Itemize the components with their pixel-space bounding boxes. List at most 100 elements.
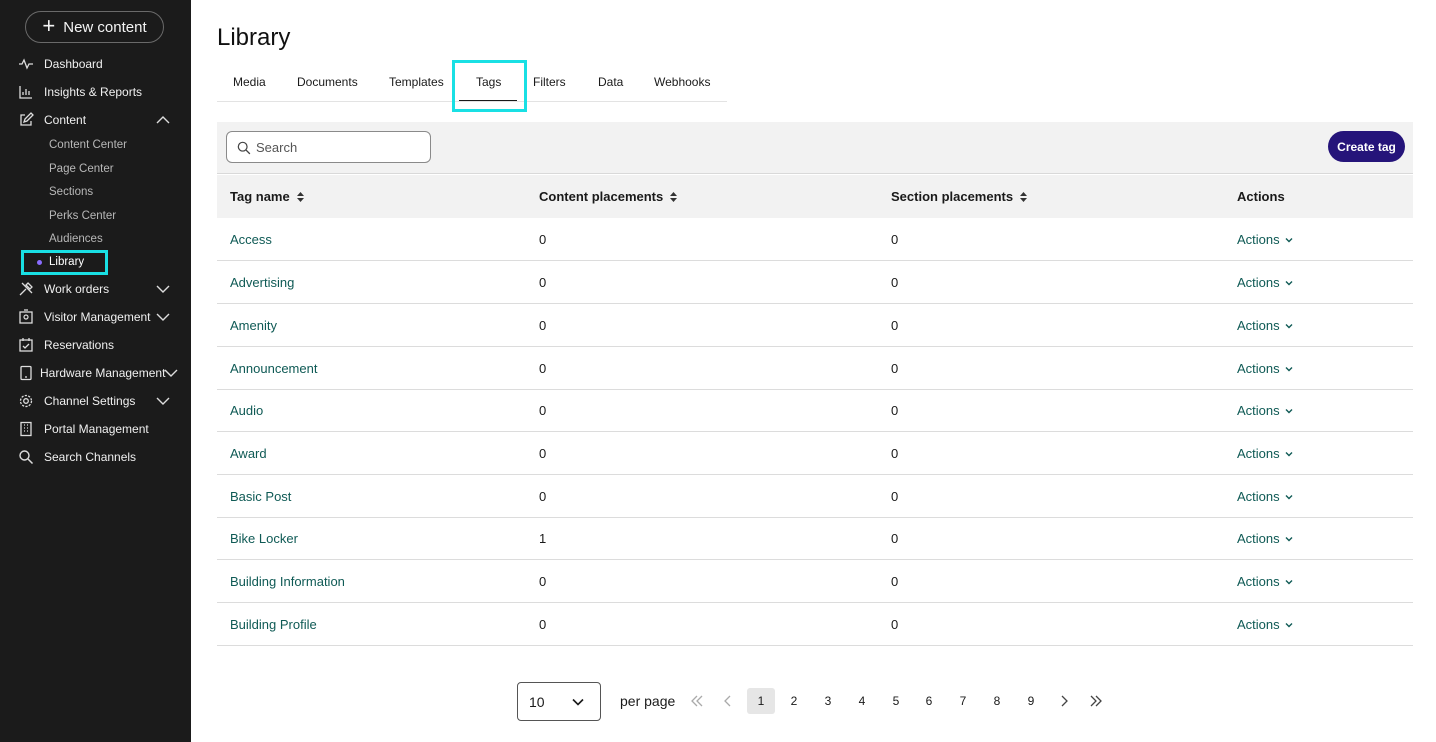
page-button-4[interactable]: 4	[849, 688, 875, 714]
sidebar-subitem-page-center[interactable]: Page Center	[49, 163, 114, 175]
table-row: Access 0 0 Actions	[217, 218, 1413, 261]
column-header-label: Content placements	[539, 189, 664, 204]
tools-icon	[19, 282, 33, 296]
tag-name-link[interactable]: Basic Post	[230, 489, 291, 504]
tag-name-link[interactable]: Announcement	[230, 361, 317, 376]
sidebar-item-visitor-management[interactable]: Visitor Management	[0, 306, 191, 328]
first-page-button[interactable]	[684, 688, 710, 714]
chevron-down-icon	[1285, 536, 1293, 541]
search-icon	[237, 141, 251, 155]
tab-templates[interactable]: Templates	[389, 75, 444, 89]
actions-menu-button[interactable]: Actions	[1237, 403, 1294, 418]
sidebar-item-label: Search Channels	[44, 450, 137, 464]
sidebar-item-channel-settings[interactable]: Channel Settings	[0, 390, 191, 412]
new-content-button[interactable]: + New content	[25, 11, 164, 43]
sidebar-item-label: Work orders	[44, 282, 110, 296]
sort-icon[interactable]	[296, 191, 305, 203]
sidebar-item-content[interactable]: Content	[0, 109, 191, 131]
tab-filters[interactable]: Filters	[533, 75, 566, 89]
column-header-label: Tag name	[230, 189, 290, 204]
page-button-8[interactable]: 8	[984, 688, 1010, 714]
per-page-select[interactable]: 10	[517, 682, 601, 721]
content-placements-value: 0	[539, 617, 547, 632]
tag-name-link[interactable]: Building Profile	[230, 617, 317, 632]
tag-name-link[interactable]: Award	[230, 446, 267, 461]
actions-menu-button[interactable]: Actions	[1237, 275, 1294, 290]
sidebar-subitem-perks-center[interactable]: Perks Center	[49, 210, 116, 222]
chevron-down-icon	[1285, 451, 1293, 456]
sidebar-subitem-content-center[interactable]: Content Center	[49, 139, 127, 151]
page-title: Library	[217, 24, 291, 51]
section-placements-value: 0	[891, 489, 899, 504]
sort-icon[interactable]	[669, 191, 678, 203]
section-placements-value: 0	[891, 232, 899, 247]
actions-label: Actions	[1237, 617, 1280, 632]
tab-media[interactable]: Media	[233, 75, 266, 89]
tag-name-link[interactable]: Audio	[230, 403, 263, 418]
sidebar-subitem-library[interactable]: Library	[24, 253, 105, 272]
create-tag-button[interactable]: Create tag	[1328, 131, 1405, 162]
last-page-button[interactable]	[1083, 688, 1109, 714]
sidebar-item-reservations[interactable]: Reservations	[0, 334, 191, 356]
sidebar-item-hardware-management[interactable]: Hardware Management	[0, 362, 191, 384]
chevron-down-icon	[1285, 494, 1293, 499]
sidebar-item-portal-management[interactable]: Portal Management	[0, 418, 191, 440]
chevron-down-icon[interactable]	[163, 365, 179, 381]
page-button-6[interactable]: 6	[916, 688, 942, 714]
next-page-button[interactable]	[1051, 688, 1077, 714]
sidebar-item-search-channels[interactable]: Search Channels	[0, 446, 191, 468]
content-placements-value: 0	[539, 574, 547, 589]
column-header-content-placements[interactable]: Content placements	[539, 189, 678, 204]
sort-icon[interactable]	[1019, 191, 1028, 203]
chevron-down-icon[interactable]	[155, 393, 171, 409]
actions-menu-button[interactable]: Actions	[1237, 232, 1294, 247]
page-button-5[interactable]: 5	[883, 688, 909, 714]
tab-webhooks[interactable]: Webhooks	[654, 75, 710, 89]
table-row: Bike Locker 1 0 Actions	[217, 517, 1413, 560]
sidebar-item-label: Library	[49, 256, 85, 268]
page-button-7[interactable]: 7	[950, 688, 976, 714]
content-placements-value: 0	[539, 403, 547, 418]
chevron-down-icon[interactable]	[155, 309, 171, 325]
plus-icon: +	[42, 13, 56, 38]
sidebar-item-insights[interactable]: Insights & Reports	[0, 81, 191, 103]
sidebar-subitem-sections[interactable]: Sections	[49, 186, 93, 198]
chevron-down-icon[interactable]	[155, 281, 171, 297]
page-button-2[interactable]: 2	[781, 688, 807, 714]
tags-tab-highlight-box	[452, 60, 527, 112]
chevron-down-icon	[1285, 280, 1293, 285]
sidebar-item-dashboard[interactable]: Dashboard	[0, 53, 191, 75]
column-header-tag-name[interactable]: Tag name	[230, 189, 305, 204]
search-field[interactable]	[226, 131, 431, 163]
actions-label: Actions	[1237, 361, 1280, 376]
chevron-up-icon[interactable]	[155, 112, 171, 128]
double-chevron-right-icon	[1090, 695, 1102, 707]
actions-menu-button[interactable]: Actions	[1237, 574, 1294, 589]
sidebar-item-work-orders[interactable]: Work orders	[0, 278, 191, 300]
search-input[interactable]	[256, 138, 421, 156]
tag-name-link[interactable]: Amenity	[230, 318, 277, 333]
page-button-3[interactable]: 3	[815, 688, 841, 714]
page-button-1[interactable]: 1	[747, 688, 775, 714]
page-button-9[interactable]: 9	[1018, 688, 1044, 714]
section-placements-value: 0	[891, 531, 899, 546]
previous-page-button[interactable]	[715, 688, 741, 714]
table-row: Basic Post 0 0 Actions	[217, 475, 1413, 518]
actions-menu-button[interactable]: Actions	[1237, 489, 1294, 504]
column-header-section-placements[interactable]: Section placements	[891, 189, 1028, 204]
sidebar-subitem-audiences[interactable]: Audiences	[49, 233, 103, 245]
content-placements-value: 0	[539, 489, 547, 504]
actions-menu-button[interactable]: Actions	[1237, 361, 1294, 376]
section-placements-value: 0	[891, 275, 899, 290]
tag-name-link[interactable]: Access	[230, 232, 272, 247]
tag-name-link[interactable]: Bike Locker	[230, 531, 298, 546]
tag-name-link[interactable]: Building Information	[230, 574, 345, 589]
actions-menu-button[interactable]: Actions	[1237, 318, 1294, 333]
actions-menu-button[interactable]: Actions	[1237, 446, 1294, 461]
tag-name-link[interactable]: Advertising	[230, 275, 294, 290]
tab-documents[interactable]: Documents	[297, 75, 358, 89]
actions-label: Actions	[1237, 275, 1280, 290]
actions-menu-button[interactable]: Actions	[1237, 531, 1294, 546]
actions-menu-button[interactable]: Actions	[1237, 617, 1294, 632]
tab-data[interactable]: Data	[598, 75, 623, 89]
